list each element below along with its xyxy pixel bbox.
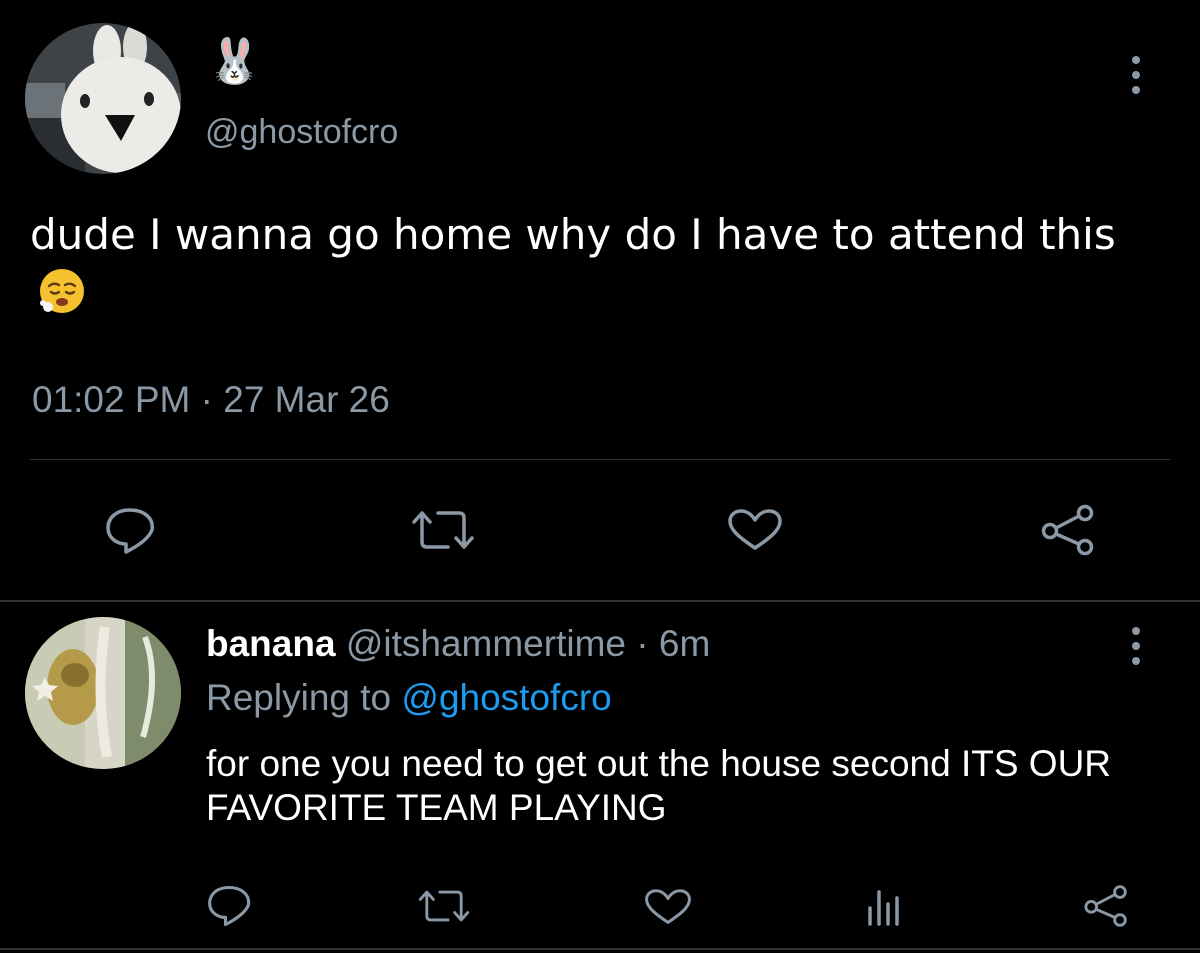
divider — [30, 459, 1170, 460]
share-icon[interactable] — [1083, 884, 1129, 928]
main-tweet: 🐰 @ghostofcro dude I wanna go home why d… — [0, 0, 1200, 600]
avatar[interactable] — [25, 617, 181, 769]
reply-text: for one you need to get out the house se… — [206, 743, 1112, 828]
display-name[interactable]: banana — [206, 623, 336, 664]
reply-header: banana @itshammertime · 6m — [206, 622, 710, 666]
user-handle[interactable]: @ghostofcro — [205, 112, 398, 152]
replying-to: Replying to @ghostofcro — [206, 676, 612, 720]
user-handle[interactable]: @itshammertime — [346, 623, 626, 664]
tweet-text: dude I wanna go home why do I have to at… — [30, 206, 1160, 322]
like-icon[interactable] — [727, 508, 783, 552]
replying-prefix: Replying to — [206, 677, 402, 718]
more-options-icon[interactable] — [1128, 56, 1144, 94]
retweet-icon[interactable] — [416, 888, 472, 924]
reply-icon[interactable] — [104, 506, 156, 556]
display-name[interactable]: 🐰 — [207, 38, 262, 86]
time-ago[interactable]: 6m — [659, 623, 710, 664]
bunny-mascot-photo — [25, 23, 181, 174]
mention-link[interactable]: @ghostofcro — [401, 677, 611, 718]
like-icon[interactable] — [644, 888, 692, 926]
avatar[interactable] — [25, 23, 181, 174]
divider — [0, 948, 1200, 950]
retweet-icon[interactable] — [410, 508, 476, 552]
banana-avatar-photo — [25, 617, 181, 769]
reply-icon[interactable] — [206, 884, 252, 928]
more-options-icon[interactable] — [1128, 627, 1144, 665]
tweet-timestamp[interactable]: 01:02 PM · 27 Mar 26 — [32, 380, 390, 420]
separator-dot: · — [625, 623, 659, 664]
share-icon[interactable] — [1040, 504, 1096, 556]
tired-face-emoji-icon — [38, 267, 86, 315]
analytics-icon[interactable] — [864, 886, 904, 926]
divider — [0, 600, 1200, 602]
tweet-body: dude I wanna go home why do I have to at… — [30, 210, 1116, 259]
